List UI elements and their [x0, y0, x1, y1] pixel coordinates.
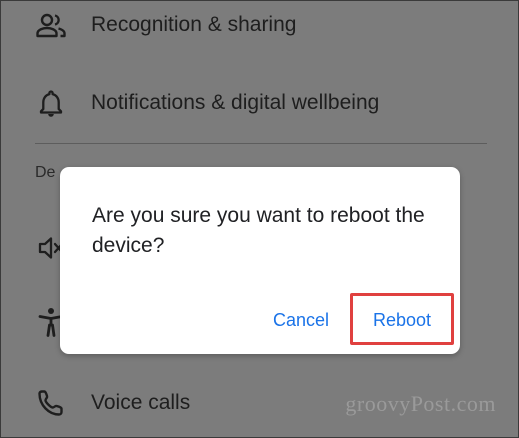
- dialog-message: Are you sure you want to reboot the devi…: [92, 204, 425, 257]
- bell-icon: [35, 87, 67, 119]
- section-divider: [35, 143, 487, 144]
- cancel-button[interactable]: Cancel: [273, 310, 329, 331]
- phone-icon: [35, 387, 67, 419]
- reboot-confirm-dialog: Are you sure you want to reboot the devi…: [60, 167, 460, 354]
- reboot-button[interactable]: Reboot: [373, 310, 431, 331]
- settings-item-notifications[interactable]: Notifications & digital wellbeing: [1, 73, 518, 133]
- settings-item-label: Recognition & sharing: [91, 13, 297, 36]
- section-header: De: [35, 164, 56, 181]
- settings-item-label: Voice calls: [91, 391, 191, 414]
- watermark: groovyPost.com: [345, 391, 496, 416]
- people-icon: [35, 9, 67, 41]
- settings-item-recognition-sharing[interactable]: Recognition & sharing: [1, 1, 518, 55]
- settings-item-label: Notifications & digital wellbeing: [91, 91, 380, 114]
